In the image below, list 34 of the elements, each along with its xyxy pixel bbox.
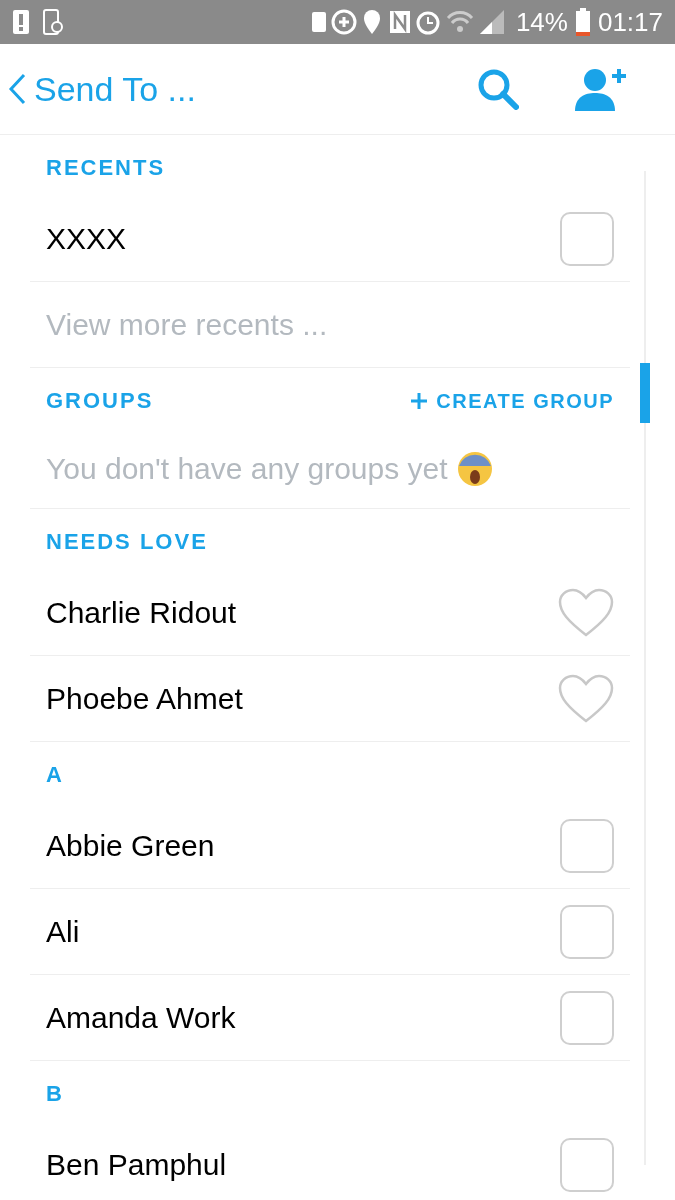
empty-message: You don't have any groups yet — [46, 451, 448, 487]
create-group-button[interactable]: CREATE GROUP — [410, 385, 614, 416]
section-header: NEEDS LOVE — [46, 528, 208, 556]
clock: 01:17 — [597, 5, 663, 39]
battery-percent: 14% — [515, 5, 568, 39]
checkbox[interactable] — [560, 818, 614, 873]
scroll-thumb[interactable] — [640, 363, 650, 423]
contact-name: XXXX — [46, 221, 127, 257]
section-header: A — [46, 761, 64, 789]
alert-icon — [12, 9, 30, 35]
section-header: B — [46, 1080, 64, 1108]
contact-name: Phoebe Ahmet — [46, 681, 243, 717]
contact-name: Ali — [46, 914, 80, 950]
section-header: GROUPS — [46, 387, 154, 415]
contact-name: Abbie Green — [46, 828, 215, 864]
contact-name: Charlie Ridout — [46, 595, 237, 631]
view-more-link[interactable]: View more recents ... — [46, 302, 328, 347]
section-header: RECENTS — [46, 154, 166, 182]
battery-icon — [575, 8, 590, 36]
contact-name: Ben Pamphul — [46, 1147, 227, 1183]
search-icon[interactable] — [477, 68, 519, 110]
back-button[interactable]: Send To ... — [8, 63, 196, 115]
checkbox[interactable] — [560, 990, 614, 1045]
contact-name: Amanda Work — [46, 1000, 236, 1036]
heart-icon[interactable] — [558, 673, 614, 724]
phone-icon — [42, 9, 64, 35]
checkbox[interactable] — [560, 904, 614, 959]
checkbox[interactable] — [560, 1137, 614, 1192]
back-icon — [8, 73, 26, 105]
heart-icon[interactable] — [558, 587, 614, 638]
plus-icon — [410, 391, 429, 410]
emoji-icon — [455, 449, 494, 488]
checkbox[interactable] — [560, 211, 614, 266]
add-friend-icon[interactable] — [575, 67, 627, 111]
